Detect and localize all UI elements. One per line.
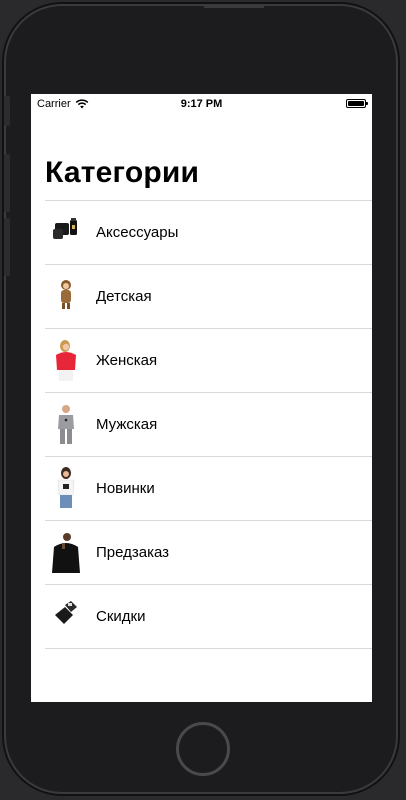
man-grey-tracksuit-thumbnail	[58, 405, 74, 444]
status-time: 9:17 PM	[180, 98, 223, 110]
black-gloves-thumbnail	[55, 601, 77, 624]
mute-switch	[4, 96, 10, 126]
category-row-sale[interactable]: Скидки	[45, 585, 372, 649]
category-list: Аксессуары Детская Женская Мужская Новин…	[45, 200, 372, 649]
bag-and-bottle-thumbnail	[53, 218, 77, 239]
kid-costume-thumbnail	[61, 280, 71, 309]
page-title: Категории	[45, 156, 200, 189]
home-button[interactable]	[176, 722, 230, 776]
category-row-preorder[interactable]: Предзаказ	[45, 521, 372, 585]
category-label: Скидки	[96, 608, 146, 625]
category-row-kids[interactable]: Детская	[45, 265, 372, 329]
category-label: Женская	[96, 352, 158, 369]
battery-icon	[346, 99, 368, 108]
device-top-edge	[204, 4, 264, 8]
category-row-accessories[interactable]: Аксессуары	[45, 201, 372, 265]
status-bar: Carrier 9:17 PM	[31, 94, 372, 114]
category-label: Мужская	[96, 416, 158, 433]
woman-red-sweater-thumbnail	[56, 340, 76, 381]
category-row-new-arrivals[interactable]: Новинки	[45, 457, 372, 521]
category-label: Аксессуары	[96, 224, 179, 241]
man-black-hoodie-thumbnail	[52, 533, 80, 573]
category-label: Предзаказ	[96, 544, 170, 561]
category-row-men[interactable]: Мужская	[45, 393, 372, 457]
volume-up-button	[4, 154, 10, 212]
woman-white-tshirt-thumbnail	[57, 467, 75, 508]
category-row-women[interactable]: Женская	[45, 329, 372, 393]
volume-down-button	[4, 218, 10, 276]
battery-level	[348, 101, 364, 106]
category-label: Детская	[96, 288, 152, 305]
phone-screen: Carrier 9:17 PM Категории Аксессуары Дет…	[31, 94, 372, 702]
category-label: Новинки	[96, 480, 155, 497]
